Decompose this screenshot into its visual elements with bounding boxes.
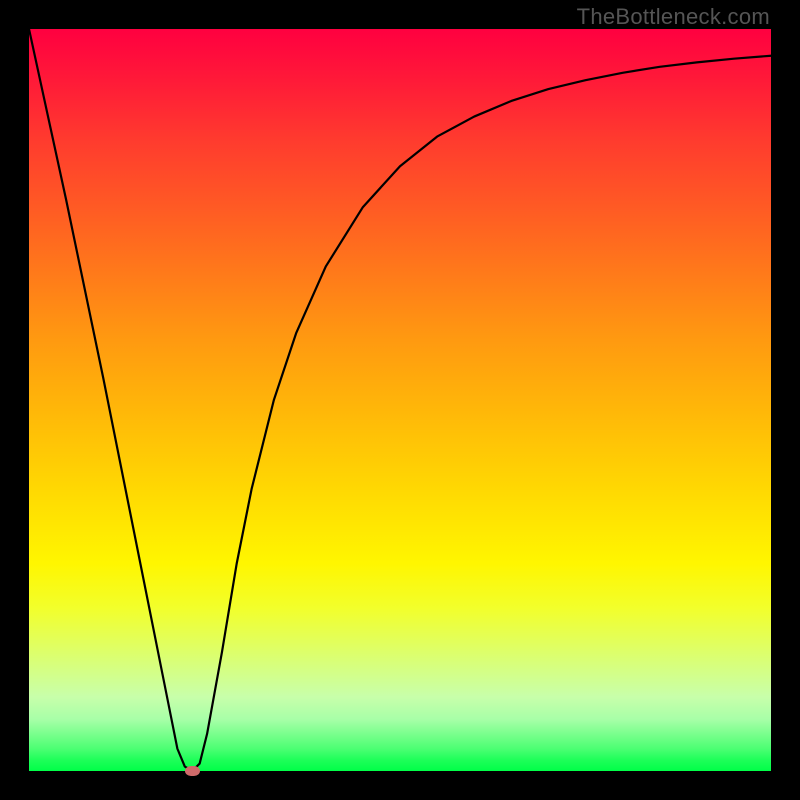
bottleneck-curve <box>29 29 771 771</box>
curve-minimum-marker <box>185 766 200 776</box>
chart-curve-layer <box>29 29 771 771</box>
chart-frame: TheBottleneck.com <box>0 0 800 800</box>
chart-plot-area <box>29 29 771 771</box>
watermark-text: TheBottleneck.com <box>577 4 770 30</box>
